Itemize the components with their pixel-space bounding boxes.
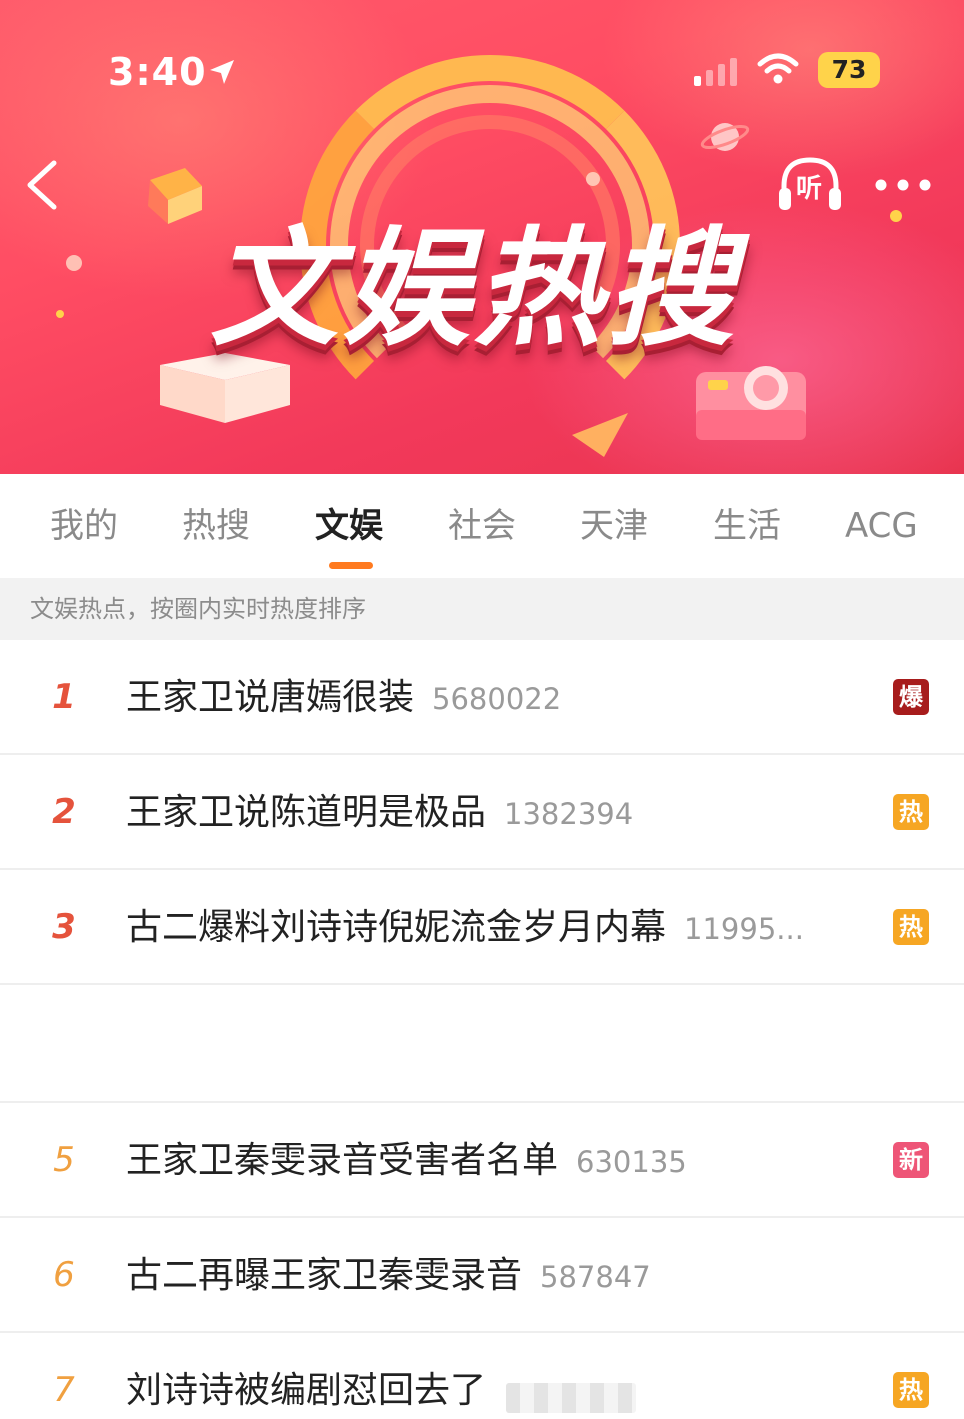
- list-item[interactable]: 1 王家卫说唐嫣很装 5680022 爆: [0, 640, 964, 755]
- rank-number: 6: [53, 1255, 75, 1295]
- location-arrow-icon: [210, 60, 234, 84]
- rank-number: 7: [53, 1370, 75, 1410]
- empty-list-slot: [0, 986, 964, 1103]
- tab-acg[interactable]: ACG: [845, 504, 918, 548]
- kite-decoration-icon: [572, 413, 628, 457]
- list-item[interactable]: 6 古二再曝王家卫秦雯录音 587847: [0, 1218, 964, 1333]
- topic-title: 王家卫说陈道明是极品: [126, 792, 487, 833]
- signal-icon: [694, 58, 737, 86]
- topic-title: 王家卫说唐嫣很装: [126, 677, 415, 718]
- header-banner: 3:40 73 听 文娱热搜: [0, 0, 964, 474]
- sparkle-dot: [586, 172, 600, 186]
- wifi-icon: [757, 53, 799, 84]
- tab-mine[interactable]: 我的: [50, 504, 118, 548]
- list-item[interactable]: 3 古二爆料刘诗诗倪妮流金岁月内幕 11995... 热: [0, 870, 964, 985]
- cube-decoration-icon: [148, 168, 202, 224]
- topic-title: 王家卫秦雯录音受害者名单: [126, 1140, 559, 1181]
- new-badge: 新: [893, 1142, 929, 1178]
- page-title: 文娱热搜: [210, 215, 739, 364]
- tab-life[interactable]: 生活: [713, 504, 781, 548]
- tab-entertainment[interactable]: 文娱: [315, 504, 383, 548]
- list-item[interactable]: 5 王家卫秦雯录音受害者名单 630135 新: [0, 1103, 964, 1218]
- rank-number: 1: [52, 677, 76, 717]
- list-item[interactable]: 2 王家卫说陈道明是极品 1382394 热: [0, 755, 964, 870]
- rank-number: 5: [53, 1140, 75, 1180]
- category-tabs: 我的 热搜 文娱 社会 天津 生活 ACG: [0, 474, 964, 578]
- battery-icon: 73: [818, 52, 880, 88]
- blurred-count: [506, 1382, 637, 1413]
- topic-title: 古二爆料刘诗诗倪妮流金岁月内幕: [126, 907, 667, 948]
- hot-badge: 热: [893, 1372, 929, 1408]
- heat-count: 587847: [540, 1260, 651, 1294]
- listen-label: 听: [796, 174, 823, 204]
- heat-count: 5680022: [432, 682, 562, 716]
- heat-count: 1382394: [504, 797, 634, 831]
- tab-hot-search[interactable]: 热搜: [182, 504, 250, 548]
- status-time: 3:40: [108, 50, 207, 94]
- list-description: 文娱热点，按圈内实时热度排序: [0, 578, 964, 640]
- status-bar: 3:40 73: [0, 40, 964, 100]
- more-dots-icon[interactable]: [872, 168, 934, 202]
- planet-decoration-icon: [700, 123, 750, 151]
- active-tab-indicator: [329, 562, 373, 569]
- heat-count: 630135: [576, 1145, 687, 1179]
- tab-society[interactable]: 社会: [448, 504, 516, 548]
- heat-count: 11995...: [684, 912, 804, 946]
- listen-button[interactable]: 听: [776, 154, 844, 216]
- sparkle-dot: [66, 255, 82, 271]
- sparkle-dot: [890, 210, 902, 222]
- topic-title: 刘诗诗被编剧怼回去了: [126, 1370, 487, 1411]
- list-item[interactable]: 7 刘诗诗被编剧怼回去了 热: [0, 1333, 964, 1419]
- hot-badge: 热: [893, 909, 929, 945]
- back-chevron-icon[interactable]: [20, 155, 66, 215]
- tab-tianjin[interactable]: 天津: [580, 504, 648, 548]
- hot-badge: 热: [893, 794, 929, 830]
- rank-number: 3: [52, 907, 76, 947]
- explode-badge: 爆: [893, 679, 929, 715]
- sparkle-dot: [56, 310, 64, 318]
- topic-title: 古二再曝王家卫秦雯录音: [126, 1255, 523, 1296]
- rank-number: 2: [52, 792, 76, 832]
